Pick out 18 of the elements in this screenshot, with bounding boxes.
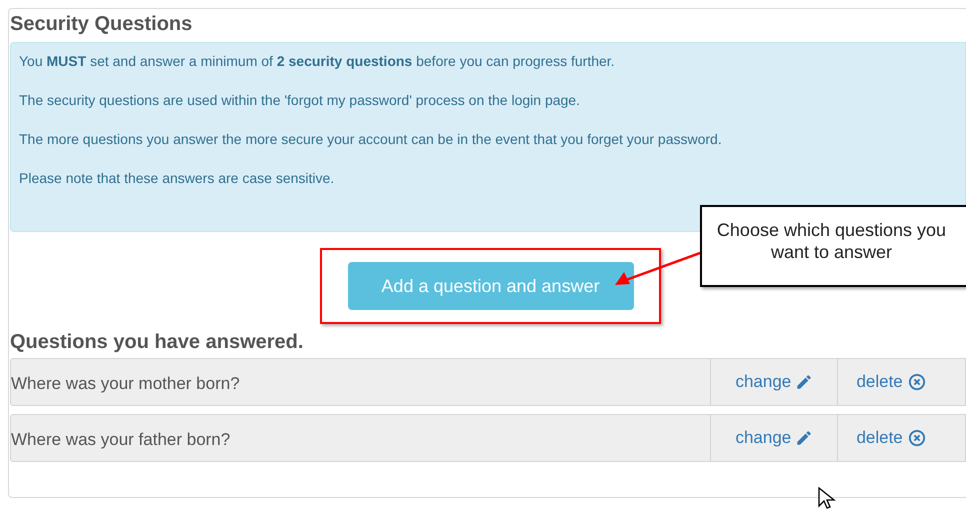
section-title: Security Questions: [10, 12, 192, 36]
info-text: The more questions you answer the more secure your account can be in the event that you forget your password.: [19, 131, 722, 148]
close-circle-icon: [908, 429, 926, 447]
add-question-button[interactable]: Add a question and answer: [348, 262, 634, 310]
info-text: Please note that these answers are case sensitive.: [19, 170, 334, 187]
delete-link[interactable]: delete: [856, 369, 926, 395]
question-text: Where was your mother born?: [11, 373, 241, 395]
answered-heading: Questions you have answered.: [10, 330, 304, 354]
info-text: You MUST set and answer a minimum of 2 security questions before you can progress further.: [19, 53, 615, 70]
question-text: Where was your father born?: [11, 429, 232, 451]
pencil-icon: [795, 373, 814, 391]
pencil-icon: [795, 429, 814, 447]
change-link[interactable]: change: [735, 369, 814, 395]
change-link[interactable]: change: [735, 425, 814, 451]
info-text: The security questions are used within the 'forgot my password' process on the login page.: [19, 92, 580, 109]
delete-link[interactable]: delete: [856, 425, 926, 451]
callout-text: Choose which questions you want to answer: [716, 219, 948, 263]
close-circle-icon: [908, 373, 926, 391]
